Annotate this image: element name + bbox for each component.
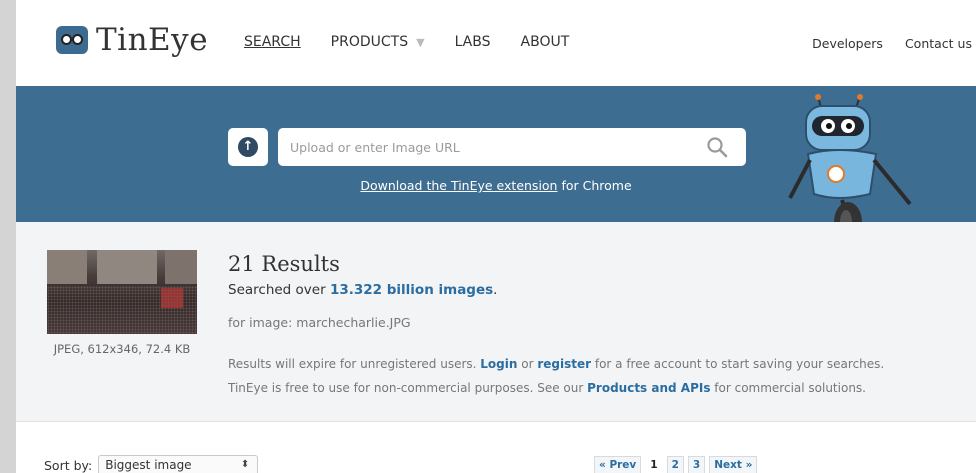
thumbnail-meta: JPEG, 612x346, 72.4 KB [53,342,191,356]
expire-text-b: or [517,357,538,371]
expire-text-a: Results will expire for unregistered use… [228,357,481,371]
download-extension-link[interactable]: Download the TinEye extension [360,178,557,193]
contact-us-link[interactable]: Contact us [905,36,972,51]
sort-select[interactable]: Biggest image ⬍ [98,455,259,473]
top-links: Developers Contact us [790,36,972,51]
tineye-logo[interactable]: TinEye [56,22,208,58]
prev-page-button[interactable]: « Prev [594,456,642,473]
nav-search[interactable]: SEARCH [244,34,301,50]
results-count-title: 21 Results [228,252,340,276]
searched-prefix: Searched over [228,282,330,298]
next-page-button[interactable]: Next » [709,456,758,473]
nav-labs[interactable]: LABS [455,34,491,50]
register-link[interactable]: register [537,357,591,371]
expire-notice: Results will expire for unregistered use… [228,357,884,371]
nav-search-label: SEARCH [244,34,301,50]
select-arrows-icon: ⬍ [240,459,250,470]
nav-about-label: ABOUT [520,34,570,50]
page: TinEye SEARCH PRODUCTS ▼ LABS ABOUT Deve… [16,0,976,473]
logo-text: TinEye [96,22,209,58]
results-panel: JPEG, 612x346, 72.4 KB 21 Results Search… [16,222,976,422]
upload-button[interactable]: ↑ [228,128,268,166]
searched-count: 13.322 billion images [329,282,494,298]
extension-suffix: for Chrome [557,178,632,193]
search-box [278,128,746,166]
pagination: « Prev 1 2 3 Next » [594,456,761,473]
commercial-text-a: TinEye is free to use for non-commercial… [228,381,588,395]
image-url-input[interactable] [278,128,678,166]
tineye-robot-icon [56,26,88,54]
sort-label: Sort by: [44,457,93,473]
page-2-link[interactable]: 2 [666,456,684,473]
search-icon[interactable] [706,136,728,158]
nav-products[interactable]: PRODUCTS ▼ [331,34,425,50]
expire-text-c: for a free account to start saving your … [591,357,885,371]
nav-products-label: PRODUCTS [330,34,409,50]
searched-suffix: . [493,282,498,298]
main-nav: SEARCH PRODUCTS ▼ LABS ABOUT [244,34,599,50]
upload-arrow-icon: ↑ [238,137,258,157]
header: TinEye SEARCH PRODUCTS ▼ LABS ABOUT Deve… [16,0,976,86]
sort-control: Sort by: Biggest image ⬍ [44,455,259,473]
page-3-link[interactable]: 3 [687,456,706,473]
login-link[interactable]: Login [480,357,517,371]
nav-about[interactable]: ABOUT [521,34,570,50]
developers-link[interactable]: Developers [812,36,883,51]
products-apis-link[interactable]: Products and APIs [587,381,710,395]
for-image-filename: for image: marchecharlie.JPG [228,315,411,330]
commercial-text-b: for commercial solutions. [710,381,866,395]
chevron-down-icon: ▼ [416,35,425,49]
searched-over-text: Searched over 13.322 billion images. [228,282,497,298]
query-thumbnail[interactable] [47,250,197,334]
commercial-notice: TinEye is free to use for non-commercial… [228,381,866,395]
sort-selected-value: Biggest image [105,458,192,472]
nav-labs-label: LABS [454,34,491,50]
page-1-current: 1 [650,459,658,471]
